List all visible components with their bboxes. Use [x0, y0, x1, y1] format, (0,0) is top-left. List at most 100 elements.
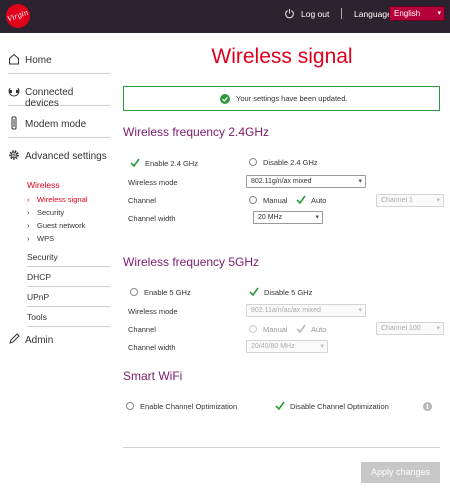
sidebar-item-upnp[interactable]: UPnP — [27, 288, 110, 307]
sidebar-item-admin[interactable]: Admin — [8, 328, 110, 354]
sidebar-item-advanced-settings[interactable]: Advanced settings — [8, 144, 110, 170]
select-value: 20 MHz — [258, 214, 283, 221]
sidebar-item-modem-mode[interactable]: Modem mode — [8, 112, 110, 138]
sidebar-item-guest-network[interactable]: › Guest network — [27, 221, 85, 230]
gear-icon — [9, 150, 19, 160]
radio-button — [249, 325, 257, 333]
home-icon — [9, 53, 19, 65]
chevron-down-icon: ▾ — [315, 214, 319, 221]
sidebar-item-label: Modem mode — [25, 119, 87, 130]
channel-2-4ghz-select[interactable]: Channel 1 ▾ — [376, 194, 444, 207]
channel-label: Channel — [128, 196, 156, 205]
pencil-icon — [9, 333, 20, 344]
apply-changes-button[interactable]: Apply changes — [361, 462, 440, 483]
checkmark-icon — [249, 287, 259, 297]
radio-button — [126, 402, 134, 410]
channel-5ghz-select[interactable]: Channel 100 ▾ — [376, 322, 444, 335]
language-label: Language — [354, 9, 392, 19]
channel-auto-2-4ghz-option[interactable]: Auto — [296, 195, 326, 205]
checkmark-icon — [130, 158, 140, 168]
sidebar-subitem-label: WPS — [37, 234, 55, 243]
chevron-down-icon: ▾ — [436, 197, 440, 204]
option-label: Auto — [311, 196, 327, 205]
option-label: Manual — [263, 196, 288, 205]
header-divider — [341, 8, 342, 19]
chevron-right-icon: › — [27, 234, 30, 243]
enable-2-4ghz-option[interactable]: Enable 2.4 GHz — [130, 158, 198, 168]
sidebar-subitem-label: Guest network — [37, 221, 86, 230]
radio-button — [130, 288, 138, 296]
channel-auto-5ghz-option[interactable]: Auto — [296, 324, 326, 334]
power-icon[interactable] — [284, 8, 295, 19]
info-icon[interactable]: i — [423, 402, 432, 411]
footer-divider — [123, 447, 440, 448]
sidebar-item-label: Connected devices — [25, 87, 74, 109]
sidebar-item-wireless[interactable]: Wireless — [27, 180, 60, 190]
option-label: Disable 2.4 GHz — [263, 158, 318, 167]
sidebar-item-connected-devices[interactable]: Connected devices — [8, 80, 110, 109]
chevron-down-icon: ▾ — [436, 325, 440, 332]
sidebar-item-label: Advanced settings — [25, 151, 107, 162]
channel-manual-2-4ghz-radio[interactable]: Manual — [249, 196, 288, 205]
section-title-smart-wifi: Smart WiFi — [123, 369, 183, 383]
logout-link[interactable]: Log out — [301, 9, 329, 19]
sidebar-item-tools[interactable]: Tools — [27, 308, 110, 327]
chevron-right-icon: › — [27, 208, 30, 217]
option-label: Disable 5 GHz — [264, 288, 313, 297]
select-value: 20/40/80 MHz — [251, 343, 295, 350]
disable-2-4ghz-option[interactable]: Disable 2.4 GHz — [249, 158, 318, 167]
sidebar-subitem-label: Security — [37, 208, 65, 217]
section-title-2-4ghz: Wireless frequency 2.4GHz — [123, 125, 270, 139]
disable-channel-optimization-option[interactable]: Disable Channel Optimization — [275, 401, 389, 411]
sidebar-item-wireless-signal[interactable]: › Wireless signal — [27, 195, 87, 204]
channel-label: Channel — [128, 325, 156, 334]
language-select[interactable]: English ▾ — [389, 6, 445, 21]
disable-5ghz-option[interactable]: Disable 5 GHz — [249, 287, 312, 297]
devices-icon — [8, 87, 20, 97]
chevron-down-icon: ▾ — [320, 343, 324, 350]
wireless-mode-label: Wireless mode — [128, 178, 178, 187]
sidebar-subitem-label: Wireless signal — [37, 195, 88, 204]
logo-text: Virgin — [6, 8, 30, 24]
select-value: Channel 100 — [381, 325, 421, 332]
wireless-mode-label: Wireless mode — [128, 307, 178, 316]
radio-button — [249, 158, 257, 166]
virgin-logo[interactable]: Virgin — [6, 4, 30, 28]
option-label: Enable Channel Optimization — [140, 402, 238, 411]
sidebar-item-wps[interactable]: › WPS — [27, 234, 54, 243]
option-label: Enable 2.4 GHz — [145, 159, 198, 168]
sidebar-item-wireless-security[interactable]: › Security — [27, 208, 64, 217]
select-value: 802.11g/n/ax mixed — [251, 178, 312, 185]
sidebar-item-home[interactable]: Home — [8, 48, 110, 74]
radio-button — [249, 196, 257, 204]
alert-message: Your settings have been updated. — [236, 94, 348, 103]
page-title: Wireless signal — [211, 45, 353, 68]
option-label: Manual — [263, 325, 288, 334]
modem-icon — [11, 116, 17, 130]
wireless-mode-2-4ghz-select[interactable]: 802.11g/n/ax mixed ▾ — [246, 175, 366, 188]
select-value: 802.11a/n/ac/ax mixed — [251, 307, 321, 314]
chevron-right-icon: › — [27, 221, 30, 230]
wireless-mode-5ghz-select[interactable]: 802.11a/n/ac/ax mixed ▾ — [246, 304, 366, 317]
checkmark-icon — [275, 401, 285, 411]
sidebar-item-label: Home — [25, 55, 52, 66]
chevron-right-icon: › — [27, 195, 30, 204]
option-label: Disable Channel Optimization — [290, 402, 389, 411]
chevron-down-icon: ▾ — [358, 178, 362, 185]
chevron-down-icon: ▾ — [358, 307, 362, 314]
channel-manual-5ghz-radio[interactable]: Manual — [249, 325, 288, 334]
section-title-5ghz: Wireless frequency 5GHz — [123, 255, 260, 269]
sidebar-item-dhcp[interactable]: DHCP — [27, 268, 110, 287]
channel-width-5ghz-select[interactable]: 20/40/80 MHz ▾ — [246, 340, 328, 353]
checkmark-icon — [296, 324, 306, 334]
channel-width-2-4ghz-select[interactable]: 20 MHz ▾ — [253, 211, 323, 224]
top-bar: Virgin Log out Language English ▾ — [0, 0, 450, 33]
language-value: English — [394, 9, 421, 18]
channel-width-label: Channel width — [128, 214, 176, 223]
channel-width-label: Channel width — [128, 343, 176, 352]
enable-channel-optimization-option[interactable]: Enable Channel Optimization — [126, 402, 237, 411]
sidebar-item-security[interactable]: Security — [27, 248, 110, 267]
select-value: Channel 1 — [381, 197, 413, 204]
enable-5ghz-option[interactable]: Enable 5 GHz — [130, 288, 191, 297]
sidebar-item-label: Admin — [25, 335, 54, 346]
